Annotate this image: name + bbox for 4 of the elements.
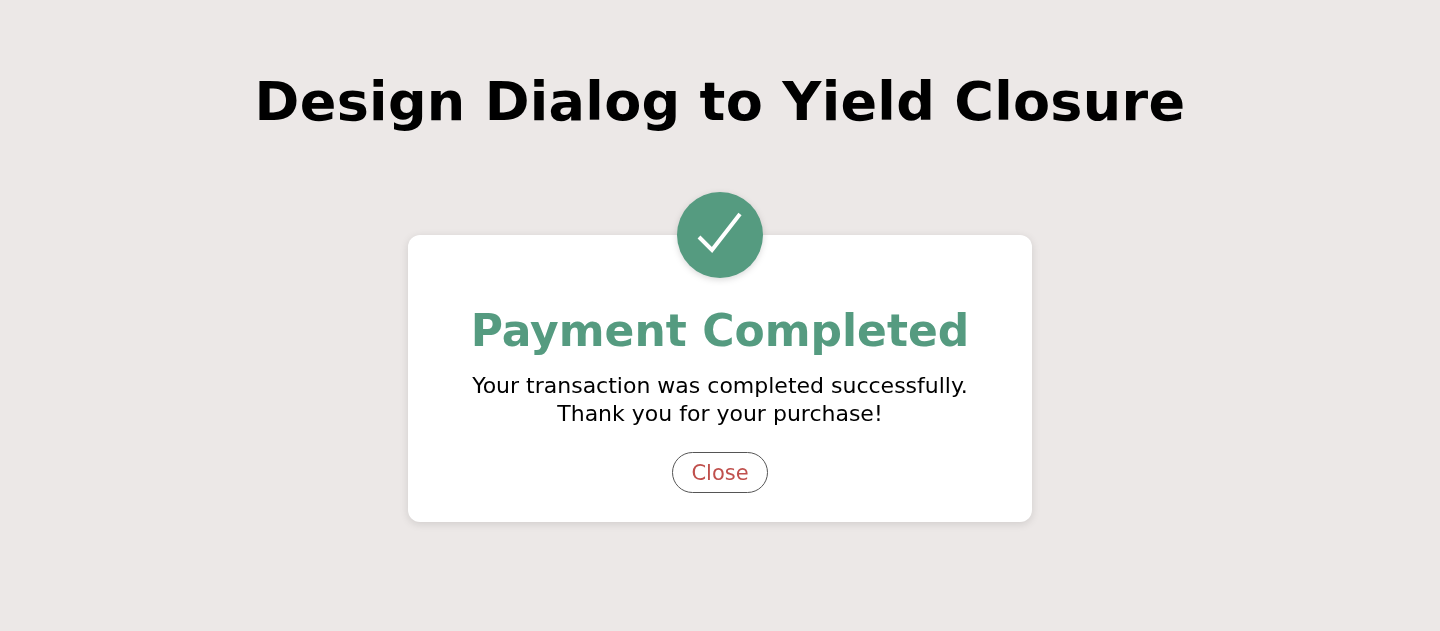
page-title: Design Dialog to Yield Closure (254, 69, 1186, 135)
dialog-message: Your transaction was completed successfully. Thank you for your purchase! (472, 372, 968, 428)
close-button[interactable]: Close (672, 452, 768, 493)
dialog-heading: Payment Completed (470, 304, 970, 358)
